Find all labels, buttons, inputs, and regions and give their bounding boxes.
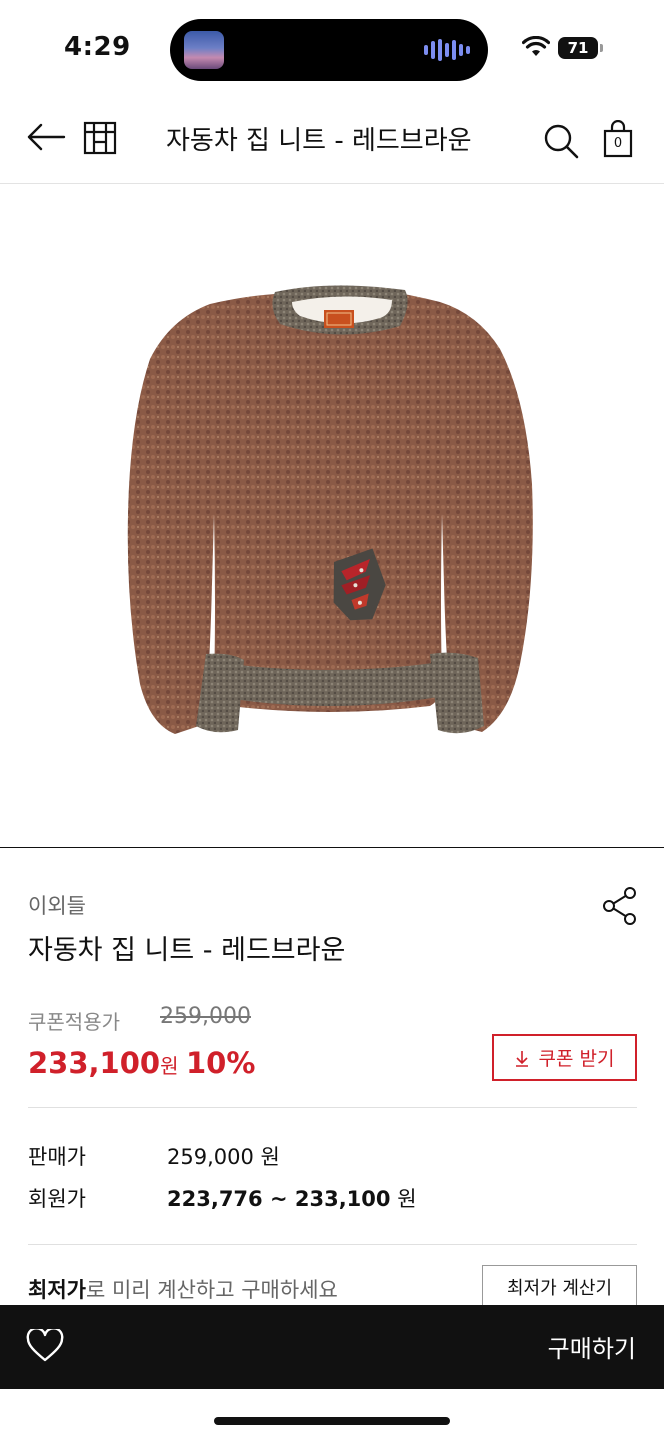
shopping-bag-button[interactable]: 0 — [603, 119, 633, 158]
sweater-illustration — [127, 285, 533, 734]
lowest-price-prompt: 최저가로 미리 계산하고 구매하세요 — [28, 1274, 338, 1304]
wifi-icon — [522, 36, 550, 56]
sell-price-value: 259,000 원 — [167, 1141, 280, 1171]
member-price-value: 223,776 ~ 233,100 원 — [167, 1183, 417, 1213]
status-time: 4:29 — [64, 32, 131, 62]
lowest-price-calculator-button[interactable]: 최저가 계산기 — [482, 1265, 637, 1309]
brand-name[interactable]: 이외들 — [28, 890, 86, 920]
store-icon[interactable] — [82, 120, 118, 156]
audio-waveform-icon — [424, 39, 470, 61]
product-name: 자동차 집 니트 - 레드브라운 — [28, 935, 346, 966]
top-navigation: 자동차 집 니트 - 레드브라운 0 — [0, 98, 664, 184]
sale-price-value: 233,100 — [28, 1046, 161, 1080]
get-coupon-button[interactable]: 쿠폰 받기 — [492, 1034, 637, 1081]
product-image[interactable] — [0, 184, 664, 848]
sale-price: 233,100원 — [28, 1046, 179, 1080]
buy-button[interactable]: 구매하기 — [548, 1329, 636, 1364]
member-price-label: 회원가 — [28, 1187, 86, 1211]
status-bar: 4:29 71 — [0, 0, 664, 98]
member-price-range: 223,776 ~ 233,100 — [167, 1187, 391, 1211]
now-playing-artwork — [184, 31, 224, 69]
dynamic-island — [170, 19, 488, 81]
download-arrow-icon — [515, 1050, 528, 1067]
sell-price-unit: 원 — [260, 1145, 280, 1169]
lowest-price-emphasis: 최저가 — [28, 1278, 86, 1302]
discount-rate: 10% — [186, 1046, 256, 1080]
battery-indicator: 71 — [558, 37, 598, 59]
sale-price-unit: 원 — [160, 1054, 179, 1078]
battery-cap — [600, 44, 603, 52]
page-title: 자동차 집 니트 - 레드브라운 — [166, 126, 472, 156]
search-icon[interactable] — [542, 122, 580, 160]
back-arrow-icon[interactable] — [26, 122, 66, 152]
home-indicator[interactable] — [214, 1417, 450, 1425]
lowest-price-text: 로 미리 계산하고 구매하세요 — [85, 1278, 338, 1302]
get-coupon-label: 쿠폰 받기 — [538, 1048, 615, 1070]
sell-price-label: 판매가 — [28, 1145, 86, 1169]
share-icon[interactable] — [602, 886, 638, 926]
divider — [28, 1107, 637, 1108]
bottom-action-bar: 구매하기 — [0, 1305, 664, 1389]
coupon-price-label: 쿠폰적용가 — [28, 1010, 120, 1034]
original-price: 259,000 — [160, 1004, 251, 1029]
cart-count: 0 — [613, 136, 623, 151]
sell-price-amount: 259,000 — [167, 1145, 254, 1169]
heart-icon[interactable] — [26, 1329, 64, 1363]
member-price-unit: 원 — [397, 1187, 417, 1211]
divider — [28, 1244, 637, 1245]
